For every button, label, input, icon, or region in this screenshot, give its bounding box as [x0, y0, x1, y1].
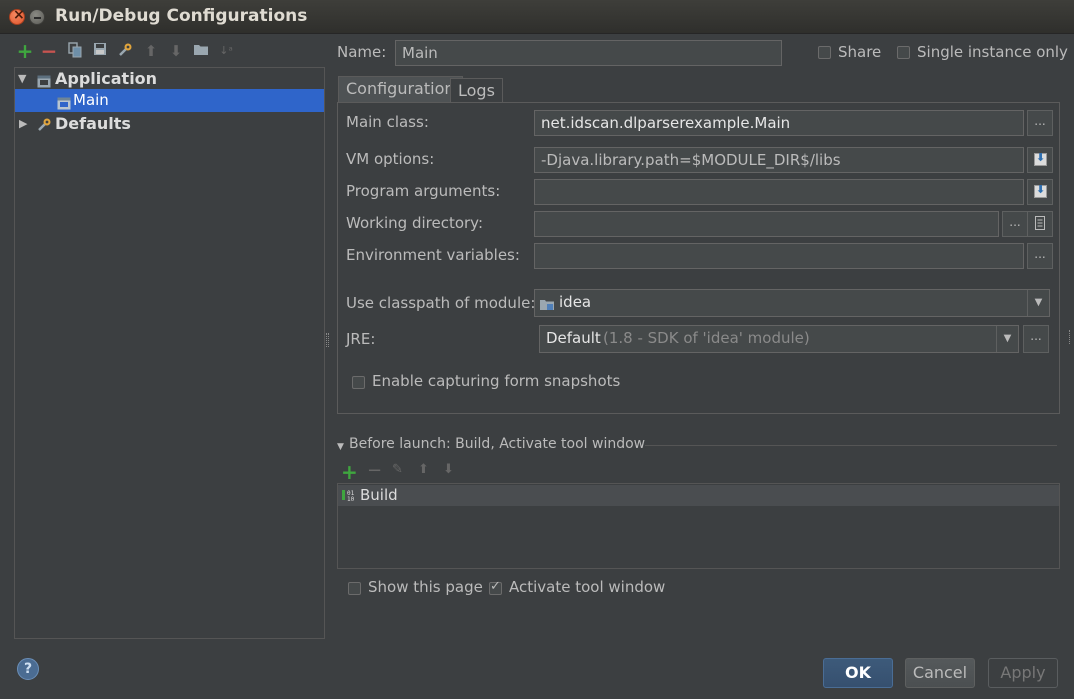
build-icon: 01 10	[342, 488, 356, 506]
window-title: Run/Debug Configurations	[55, 6, 308, 26]
working-directory-label: Working directory:	[346, 214, 484, 232]
browse-main-class-button[interactable]: ...	[1027, 110, 1053, 136]
working-directory-input[interactable]	[534, 211, 999, 237]
enable-capturing-label: Enable capturing form snapshots	[372, 372, 621, 390]
cancel-button[interactable]: Cancel	[905, 658, 975, 688]
activate-tool-window-checkbox[interactable]	[489, 579, 502, 595]
edit-defaults-icon[interactable]	[116, 42, 134, 60]
folder-icon[interactable]	[192, 42, 210, 60]
chevron-down-icon: ▼	[996, 326, 1018, 352]
minimize-window-button[interactable]	[29, 9, 45, 25]
expand-program-arguments-icon[interactable]: ⬇	[1027, 179, 1053, 205]
name-input[interactable]: Main	[395, 40, 782, 66]
tab-logs[interactable]: Logs	[450, 78, 503, 102]
program-arguments-label: Program arguments:	[346, 182, 501, 200]
tree-node-main[interactable]: Main	[15, 89, 324, 112]
classpath-module-label: Use classpath of module:	[346, 294, 536, 312]
before-launch-toggle-icon[interactable]: ▼	[337, 442, 344, 452]
before-launch-divider	[645, 445, 1057, 446]
single-instance-checkbox[interactable]	[897, 46, 910, 59]
insert-macro-icon[interactable]	[1027, 211, 1053, 237]
move-task-up-icon[interactable]: ⬆	[418, 462, 429, 477]
close-window-button[interactable]	[9, 7, 25, 25]
move-up-icon[interactable]: ⬆	[142, 42, 160, 60]
browse-jre-button[interactable]: ...	[1023, 325, 1049, 353]
tree-label-main: Main	[73, 91, 109, 109]
list-item[interactable]: 01 10 Build	[338, 485, 1059, 506]
vm-options-label: VM options:	[346, 150, 435, 168]
edit-environment-variables-button[interactable]: ...	[1027, 243, 1053, 269]
chevron-down-icon: ▼	[1027, 290, 1049, 316]
browse-working-directory-button[interactable]: ...	[1002, 211, 1028, 237]
build-task-label: Build	[360, 486, 398, 504]
classpath-module-select[interactable]: idea ▼	[534, 289, 1050, 317]
move-down-icon[interactable]: ⬇	[167, 42, 185, 60]
tree-label-application: Application	[55, 69, 158, 88]
sort-icon[interactable]: ↓ᵃ	[217, 42, 235, 60]
application-icon	[37, 72, 51, 88]
tree-label-defaults: Defaults	[55, 114, 131, 133]
vm-options-input[interactable]: -Djava.library.path=$MODULE_DIR$/libs	[534, 147, 1024, 173]
share-checkbox[interactable]	[818, 46, 831, 59]
name-label: Name:	[337, 43, 387, 61]
jre-select[interactable]: Default (1.8 - SDK of 'idea' module) ▼	[539, 325, 1019, 353]
resize-grip[interactable]	[1069, 330, 1072, 344]
application-config-icon	[57, 94, 71, 110]
wrench-icon	[37, 116, 51, 131]
remove-task-icon[interactable]: −	[367, 460, 382, 481]
config-tree: ▼ Application Main ▶ Defaults	[14, 67, 325, 639]
activate-tool-window-label: Activate tool window	[509, 578, 666, 596]
show-this-page-checkbox[interactable]	[348, 582, 361, 595]
jre-hint: (1.8 - SDK of 'idea' module)	[603, 329, 810, 347]
add-config-icon[interactable]: +	[16, 41, 34, 61]
save-config-icon[interactable]	[91, 42, 109, 60]
expand-vm-options-icon[interactable]: ⬇	[1027, 147, 1053, 173]
move-task-down-icon[interactable]: ⬇	[443, 462, 454, 477]
share-label: Share	[838, 43, 882, 61]
collapsed-arrow-icon[interactable]: ▶	[19, 112, 27, 135]
apply-button[interactable]: Apply	[988, 658, 1058, 688]
module-folder-icon	[540, 297, 554, 315]
tab-configuration[interactable]: Configuration	[338, 76, 463, 102]
add-task-icon[interactable]: +	[341, 460, 358, 484]
splitter-handle[interactable]	[326, 333, 329, 347]
before-launch-title[interactable]: Before launch: Build, Activate tool wind…	[349, 436, 645, 452]
ok-button[interactable]: OK	[823, 658, 893, 688]
single-instance-label: Single instance only	[917, 43, 1068, 61]
tree-node-defaults[interactable]: ▶ Defaults	[15, 112, 324, 135]
main-class-label: Main class:	[346, 113, 429, 131]
program-arguments-input[interactable]	[534, 179, 1024, 205]
help-button[interactable]: ?	[17, 658, 39, 680]
main-class-input[interactable]: net.idscan.dlparserexample.Main	[534, 110, 1024, 136]
edit-task-icon[interactable]: ✎	[392, 462, 403, 477]
copy-config-icon[interactable]	[66, 42, 84, 60]
enable-capturing-checkbox[interactable]	[352, 376, 365, 389]
before-launch-list: 01 10 Build	[337, 483, 1060, 569]
svg-text:10: 10	[347, 496, 355, 502]
expanded-arrow-icon[interactable]: ▼	[18, 67, 26, 90]
show-this-page-label: Show this page	[368, 578, 483, 596]
remove-config-icon[interactable]: −	[40, 41, 58, 61]
jre-value: Default	[546, 329, 601, 347]
classpath-module-value: idea	[559, 293, 592, 311]
jre-label: JRE:	[346, 330, 376, 348]
environment-variables-input[interactable]	[534, 243, 1024, 269]
tree-node-application[interactable]: ▼ Application	[15, 67, 324, 90]
environment-variables-label: Environment variables:	[346, 246, 520, 264]
